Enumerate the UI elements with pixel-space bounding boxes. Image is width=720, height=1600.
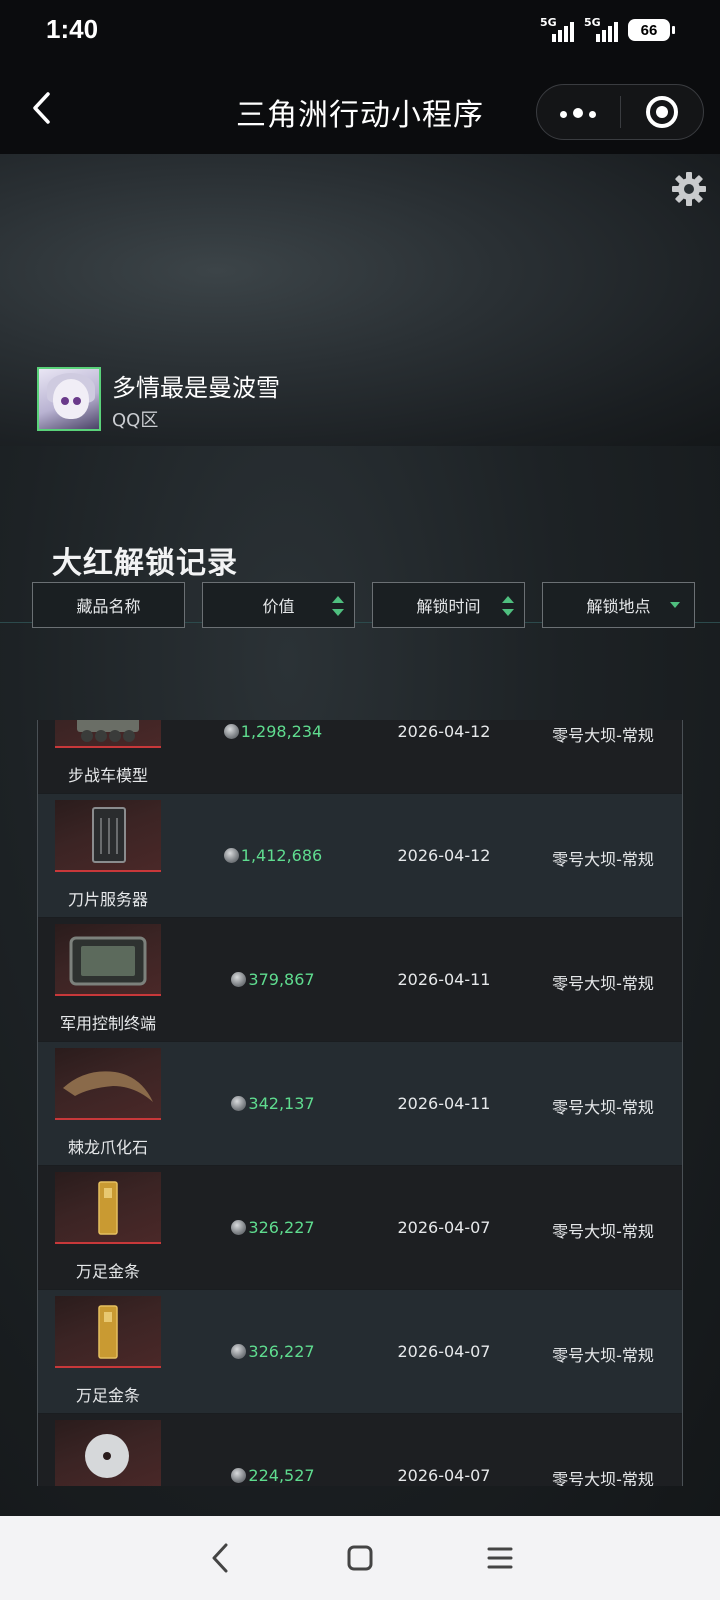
unlock-location: 零号大坝-常规: [552, 1470, 654, 1486]
value-text: 326,227: [248, 1342, 315, 1361]
claw-fossil-icon: [55, 1048, 161, 1120]
avatar[interactable]: [37, 367, 101, 431]
mini-program-title-bar: 三角洲行动小程序: [0, 62, 720, 154]
control-terminal-icon: [55, 924, 161, 996]
value-text: 379,867: [248, 970, 315, 989]
settings-gear-icon[interactable]: [670, 170, 708, 208]
region-label: QQ区: [112, 410, 159, 431]
records-table[interactable]: 步战车模型 1,298,234 2026-04-12 零号大坝-常规 刀片服务器…: [37, 720, 683, 1486]
value-text: 342,137: [248, 1094, 315, 1113]
table-row[interactable]: 万足金条 326,227 2026-04-07 零号大坝-常规: [38, 1290, 682, 1414]
coin-icon: [223, 848, 239, 863]
unlock-date: 2026-04-11: [397, 1094, 491, 1113]
sort-icon: [502, 596, 514, 616]
unlock-date: 2026-04-12: [397, 846, 491, 865]
nav-menu-icon: [487, 1547, 513, 1569]
unlock-location: 零号大坝-常规: [552, 1098, 654, 1117]
value-text: 326,227: [248, 1218, 315, 1237]
unlock-location: 零号大坝-常规: [552, 974, 654, 993]
item-name: 刀片服务器: [67, 890, 148, 909]
item-value: 224,527: [188, 1466, 358, 1485]
nav-home-icon: [347, 1545, 373, 1571]
coin-icon: [231, 972, 247, 987]
table-row[interactable]: 刀片服务器 1,412,686 2026-04-12 零号大坝-常规: [38, 794, 682, 918]
more-button[interactable]: [537, 85, 620, 139]
profile-banner: 多情最是曼波雪 QQ区: [0, 154, 720, 446]
nav-home-button[interactable]: [330, 1528, 390, 1588]
close-mini-program-button[interactable]: [621, 85, 704, 139]
table-row[interactable]: 步战车模型 1,298,234 2026-04-12 零号大坝-常规: [38, 720, 682, 794]
value-text: 1,298,234: [240, 722, 323, 741]
coin-icon: [231, 1220, 247, 1235]
filter-item-name[interactable]: 藏品名称: [32, 582, 185, 628]
status-bar: 1:40 5G 5G 66: [0, 0, 720, 62]
battery-level: 66: [640, 21, 658, 39]
item-name: 万足金条: [75, 1386, 140, 1405]
filter-bar: 藏品名称 价值 解锁时间 解锁地点: [32, 582, 695, 628]
section-title: 大红解锁记录: [52, 546, 238, 581]
unlock-location: 零号大坝-常规: [552, 726, 654, 745]
coin-icon: [231, 1344, 247, 1359]
battery-icon: 66: [628, 19, 675, 41]
item-value: 1,412,686: [188, 846, 358, 865]
item-name: 步战车模型: [67, 766, 148, 785]
more-dots-icon: [557, 103, 599, 122]
sort-time-button[interactable]: 解锁时间: [372, 582, 525, 628]
table-row[interactable]: 224,527 2026-04-07 零号大坝-常规: [38, 1414, 682, 1486]
filter-label: 解锁地点: [586, 597, 651, 616]
value-text: 1,412,686: [240, 846, 323, 865]
filter-label: 解锁时间: [416, 597, 481, 616]
signal-icon: 5G: [540, 16, 576, 42]
item-value: 379,867: [188, 970, 358, 989]
gold-bar-icon: [55, 1172, 161, 1244]
unlock-location: 零号大坝-常规: [552, 1346, 654, 1365]
sort-value-button[interactable]: 价值: [202, 582, 355, 628]
unlock-date: 2026-04-07: [397, 1466, 491, 1485]
location-dropdown[interactable]: 解锁地点: [542, 582, 695, 628]
signal-icon: 5G: [584, 16, 620, 42]
filter-label: 价值: [262, 597, 295, 616]
unlock-date: 2026-04-07: [397, 1218, 491, 1237]
coin-icon: [223, 724, 239, 739]
item-value: 326,227: [188, 1342, 358, 1361]
unlock-location: 零号大坝-常规: [552, 850, 654, 869]
item-value: 1,298,234: [188, 722, 358, 741]
item-name: 军用控制终端: [59, 1014, 156, 1033]
filter-label: 藏品名称: [76, 597, 141, 616]
sort-icon: [332, 596, 344, 616]
item-name: 棘龙爪化石: [67, 1138, 148, 1157]
chevron-down-icon: [670, 602, 680, 608]
table-row[interactable]: 棘龙爪化石 342,137 2026-04-11 零号大坝-常规: [38, 1042, 682, 1166]
nav-menu-button[interactable]: [470, 1528, 530, 1588]
coin-icon: [231, 1096, 247, 1111]
username: 多情最是曼波雪: [112, 374, 280, 402]
system-navigation-bar: [0, 1516, 720, 1600]
target-circle-icon: [645, 96, 678, 128]
unlock-date: 2026-04-07: [397, 1342, 491, 1361]
main-content: 大红解锁记录 藏品名称 价值 解锁时间 解锁地点 步战车模型 1,298,234…: [0, 446, 720, 1516]
gold-bar-icon: [55, 1296, 161, 1368]
coin-icon: [231, 1468, 247, 1483]
item-name: 万足金条: [75, 1262, 140, 1281]
table-row[interactable]: 军用控制终端 379,867 2026-04-11 零号大坝-常规: [38, 918, 682, 1042]
value-text: 224,527: [248, 1466, 315, 1485]
status-indicators: 5G 5G 66: [540, 16, 675, 42]
status-time: 1:40: [46, 14, 99, 44]
table-row[interactable]: 万足金条 326,227 2026-04-07 零号大坝-常规: [38, 1166, 682, 1290]
nav-back-button[interactable]: [190, 1528, 250, 1588]
unlock-date: 2026-04-11: [397, 970, 491, 989]
unlock-location: 零号大坝-常规: [552, 1222, 654, 1241]
unlock-date: 2026-04-12: [397, 722, 491, 741]
blade-server-icon: [55, 800, 161, 872]
capsule-menu: [536, 84, 704, 140]
ifv-model-icon: [55, 720, 161, 748]
item-value: 342,137: [188, 1094, 358, 1113]
nav-back-icon: [212, 1543, 228, 1573]
disc-icon: [55, 1420, 161, 1486]
item-value: 326,227: [188, 1218, 358, 1237]
